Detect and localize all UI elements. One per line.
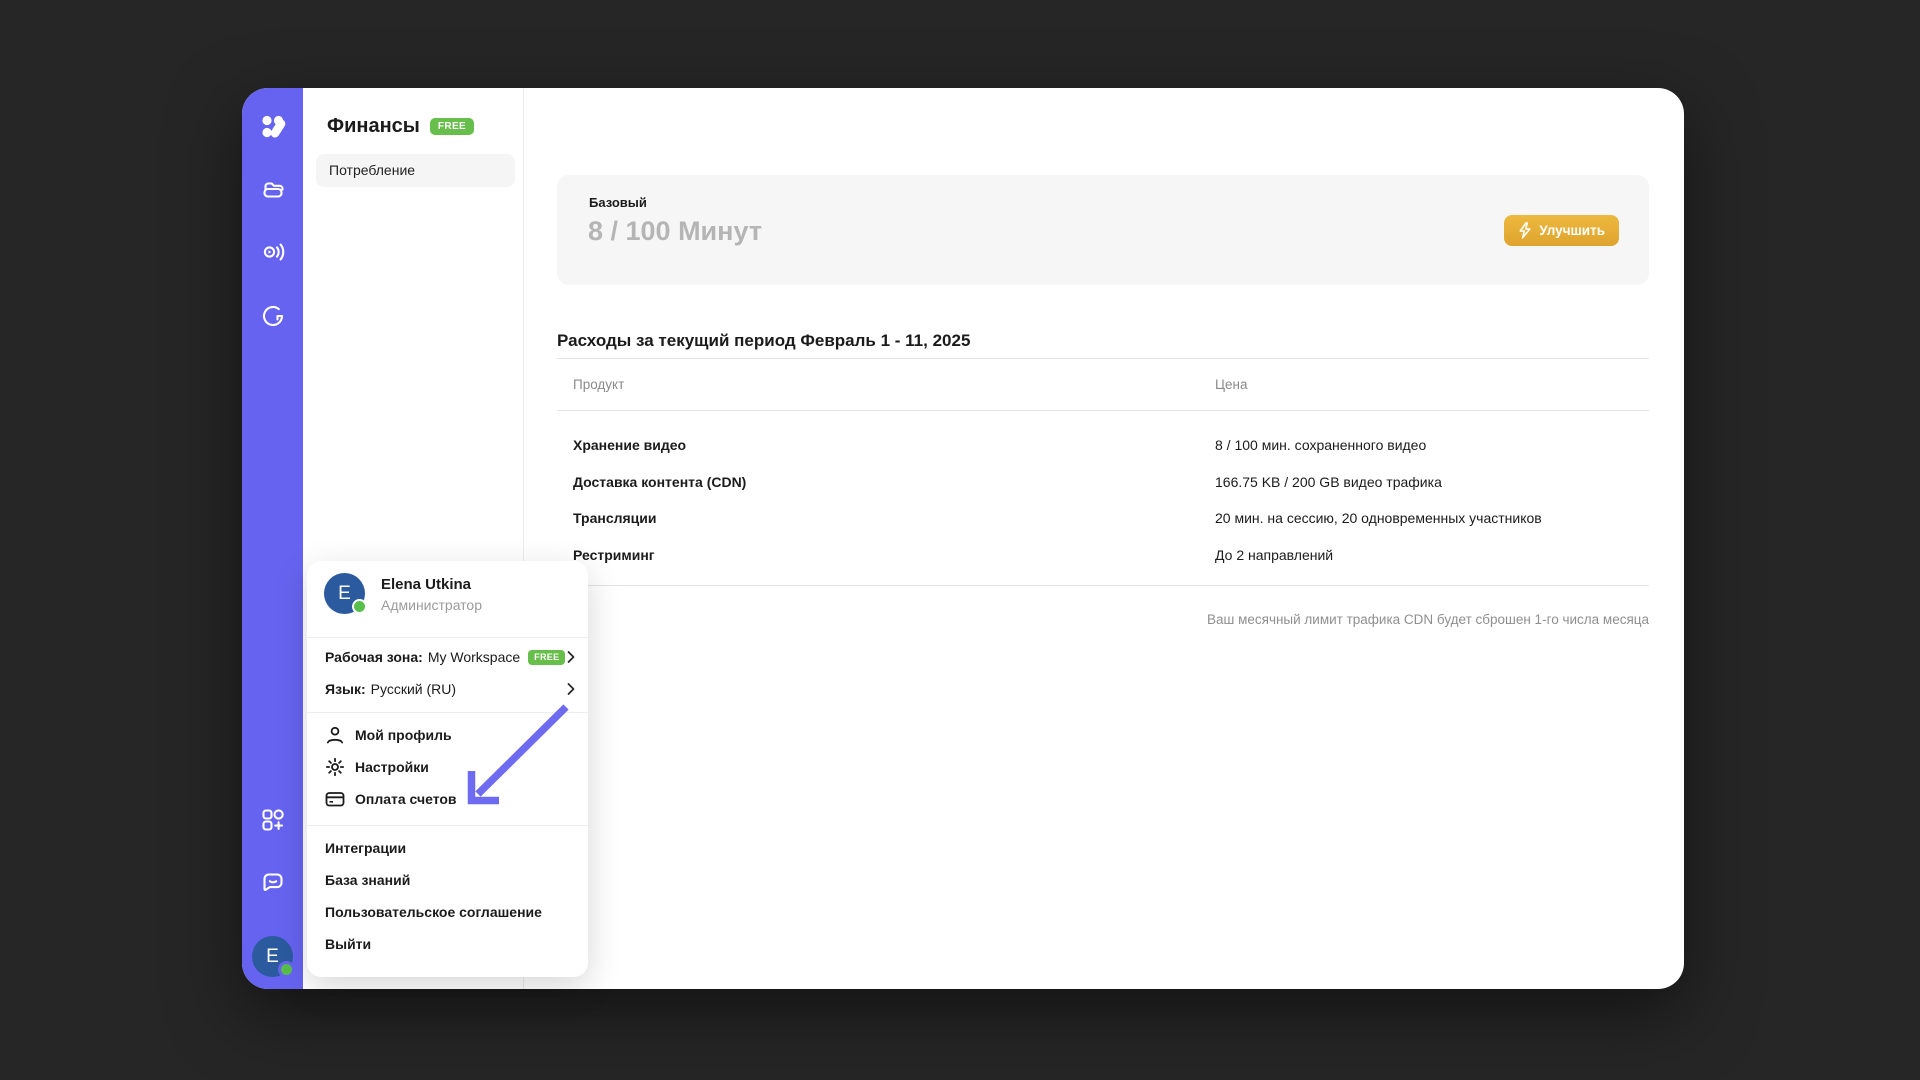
- menu-item-user-agreement[interactable]: Пользовательское соглашение: [307, 896, 588, 928]
- language-value: Русский (RU): [371, 681, 456, 697]
- language-label: Язык:: [325, 681, 366, 697]
- globe-g-glyph: [260, 303, 286, 329]
- menu-item-label: Настройки: [355, 759, 429, 775]
- column-product: Продукт: [573, 377, 624, 392]
- price-cell: 8 / 100 мин. сохраненного видео: [1215, 437, 1426, 453]
- avatar-initial: E: [338, 583, 351, 605]
- apps-add-icon[interactable]: [242, 807, 303, 833]
- credit-card-icon: [325, 789, 345, 809]
- avatar-initial: E: [266, 946, 279, 968]
- column-price: Цена: [1215, 377, 1247, 392]
- table-header-row: Продукт Цена: [557, 358, 1649, 411]
- menu-divider: [307, 637, 588, 638]
- user-role: Администратор: [381, 597, 482, 613]
- chevron-right-icon: [567, 651, 575, 664]
- upgrade-button[interactable]: Улучшить: [1504, 215, 1619, 246]
- plan-usage-card: Базовый 8 / 100 Минут Улучшить: [557, 175, 1649, 285]
- menu-item-profile[interactable]: Мой профиль: [307, 719, 588, 751]
- free-badge: FREE: [430, 118, 474, 135]
- panel-title: Финансы: [327, 115, 420, 138]
- support-chat-icon[interactable]: [242, 869, 303, 895]
- menu-item-settings[interactable]: Настройки: [307, 751, 588, 783]
- product-cell: Рестриминг: [573, 547, 655, 563]
- workspace-label: Рабочая зона:: [325, 649, 423, 665]
- plan-usage-value: 8 / 100 Минут: [588, 216, 762, 247]
- desktop-background: E Финансы FREE Потребление Потребление р…: [0, 0, 1920, 1080]
- live-stream-icon[interactable]: [242, 239, 303, 265]
- price-cell: До 2 направлений: [1215, 547, 1333, 563]
- main-sidebar: E: [242, 88, 303, 989]
- price-cell: 166.75 KB / 200 GB видео трафика: [1215, 474, 1442, 490]
- user-dropdown-menu: E Elena Utkina Администратор Рабочая зон…: [307, 561, 588, 977]
- menu-item-logout[interactable]: Выйти: [307, 928, 588, 960]
- finance-panel-header: Финансы FREE: [327, 115, 474, 138]
- expenses-table: Продукт Цена Хранение видео 8 / 100 мин.…: [557, 358, 1649, 586]
- sidebar-item-consumption[interactable]: Потребление: [316, 154, 515, 187]
- menu-item-billing[interactable]: Оплата счетов: [307, 783, 588, 815]
- table-row: Доставка контента (CDN) 166.75 KB / 200 …: [557, 464, 1649, 501]
- table-body: Хранение видео 8 / 100 мин. сохраненного…: [557, 411, 1649, 586]
- table-row: Рестриминг До 2 направлений: [557, 537, 1649, 574]
- kinescope-logo-icon[interactable]: [242, 112, 303, 142]
- expenses-section-title: Расходы за текущий период Февраль 1 - 11…: [557, 331, 970, 351]
- plan-name: Базовый: [589, 195, 647, 210]
- app-window: E Финансы FREE Потребление Потребление р…: [242, 88, 1684, 989]
- gear-icon: [325, 757, 345, 777]
- chevron-right-icon: [567, 683, 575, 696]
- price-cell: 20 мин. на сессию, 20 одновременных учас…: [1215, 510, 1542, 526]
- menu-item-workspace[interactable]: Рабочая зона: My Workspace FREE: [307, 641, 588, 673]
- free-badge: FREE: [528, 650, 565, 665]
- user-icon: [325, 725, 345, 745]
- folder-glyph: [260, 175, 286, 201]
- lightning-icon: [1518, 222, 1532, 239]
- cdn-reset-note: Ваш месячный лимит трафика CDN будет сбр…: [557, 612, 1649, 627]
- kinescope-logo-glyph: [258, 112, 288, 142]
- online-status-dot: [352, 599, 367, 614]
- product-cell: Доставка контента (CDN): [573, 474, 746, 490]
- user-name: Elena Utkina: [381, 576, 471, 593]
- menu-item-knowledge-base[interactable]: База знаний: [307, 864, 588, 896]
- menu-user-avatar: E: [324, 573, 365, 614]
- product-cell: Хранение видео: [573, 437, 686, 453]
- online-status-dot: [278, 961, 295, 978]
- table-row: Хранение видео 8 / 100 мин. сохраненного…: [557, 427, 1649, 464]
- menu-item-integrations[interactable]: Интеграции: [307, 832, 588, 864]
- analytics-icon[interactable]: [242, 303, 303, 329]
- menu-divider: [307, 712, 588, 713]
- menu-item-label: Мой профиль: [355, 727, 452, 743]
- apps-grid-glyph: [260, 807, 286, 833]
- workspace-value: My Workspace: [428, 649, 520, 665]
- menu-divider: [307, 825, 588, 826]
- menu-item-label: Оплата счетов: [355, 791, 457, 807]
- menu-item-language[interactable]: Язык: Русский (RU): [307, 673, 588, 705]
- stream-glyph: [260, 239, 286, 265]
- product-cell: Трансляции: [573, 510, 656, 526]
- table-row: Трансляции 20 мин. на сессию, 20 одновре…: [557, 500, 1649, 537]
- upgrade-button-label: Улучшить: [1539, 223, 1605, 238]
- projects-icon[interactable]: [242, 175, 303, 201]
- sidebar-user-avatar[interactable]: E: [252, 936, 293, 977]
- chat-bubble-glyph: [260, 869, 286, 895]
